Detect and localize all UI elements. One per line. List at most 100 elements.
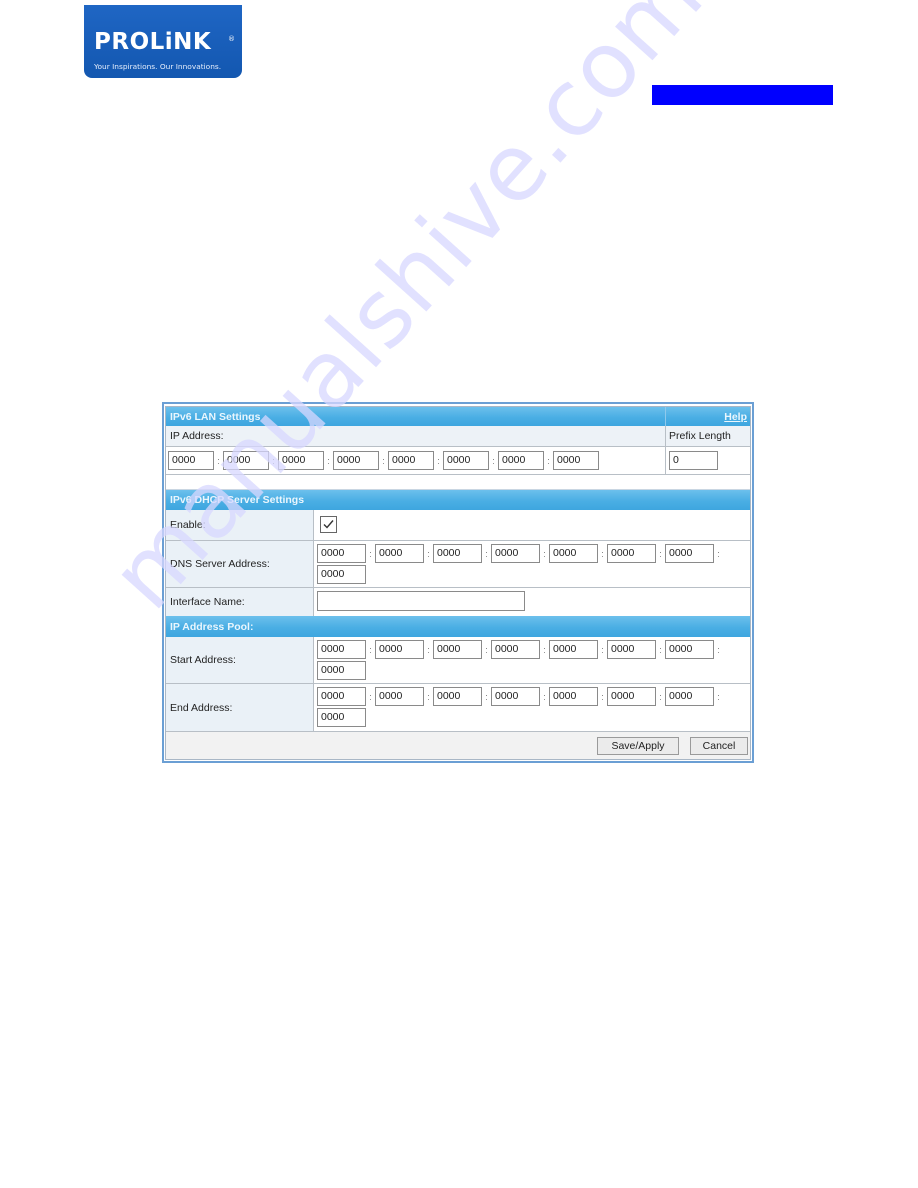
ip-segment-input[interactable]: 0000 xyxy=(498,451,544,470)
ip-separator: : xyxy=(547,456,550,466)
ip-separator: : xyxy=(543,645,546,655)
ip-segment-input[interactable]: 0000 xyxy=(168,451,214,470)
ip-separator: : xyxy=(601,692,604,702)
interface-name-row: Interface Name: xyxy=(166,588,750,616)
ip-segment-line: 0000 xyxy=(317,708,750,728)
ip-segment-input[interactable]: 0000 xyxy=(317,640,366,659)
ip-separator: : xyxy=(659,645,662,655)
ip-segment-input[interactable]: 0000 xyxy=(491,687,540,706)
start-address-group: 0000:0000:0000:0000:0000:0000:0000:0000 xyxy=(314,637,750,683)
ip-separator: : xyxy=(485,645,488,655)
ip-segment-line: 0000:0000:0000:0000:0000:0000:0000: xyxy=(317,687,750,707)
ip-separator: : xyxy=(427,645,430,655)
ip-segment-input[interactable]: 0000 xyxy=(317,544,366,563)
prolink-logo: PROLiNK ® Your Inspirations. Our Innovat… xyxy=(84,5,242,78)
ip-address-label-row: IP Address: Prefix Length xyxy=(166,426,750,447)
ip-separator: : xyxy=(492,456,495,466)
enable-value-cell xyxy=(314,510,750,540)
ip-segment-input[interactable]: 0000 xyxy=(433,544,482,563)
ip-separator: : xyxy=(601,645,604,655)
ip-segment-input[interactable]: 0000 xyxy=(375,640,424,659)
logo-tagline: Your Inspirations. Our Innovations. xyxy=(94,62,222,71)
ip-separator: : xyxy=(427,549,430,559)
ip-separator: : xyxy=(601,549,604,559)
ip-segment-input[interactable]: 0000 xyxy=(433,687,482,706)
ip-segment-input[interactable]: 0000 xyxy=(491,544,540,563)
panel-inner-frame: IPv6 LAN Settings Help IP Address: Prefi… xyxy=(165,406,751,760)
enable-row: Enable: xyxy=(166,510,750,541)
ip-segment-input[interactable]: 0000 xyxy=(317,661,366,680)
save-apply-button[interactable]: Save/Apply xyxy=(597,737,679,755)
ip-segment-input[interactable]: 0000 xyxy=(375,687,424,706)
ip-segment-line: 0000 xyxy=(317,661,750,681)
column-divider xyxy=(665,447,666,474)
ip-separator: : xyxy=(369,549,372,559)
ip-separator: : xyxy=(659,549,662,559)
ip-segment-input[interactable]: 0000 xyxy=(665,544,714,563)
ip-address-input-row: 0000:0000:0000:0000:0000:0000:0000:0000 … xyxy=(166,447,750,475)
ip-segment-input[interactable]: 0000 xyxy=(549,640,598,659)
ipv6-lan-settings-panel: IPv6 LAN Settings Help IP Address: Prefi… xyxy=(162,402,754,763)
ip-segment-input[interactable]: 0000 xyxy=(607,640,656,659)
ip-segment-input[interactable]: 0000 xyxy=(491,640,540,659)
ip-segment-input[interactable]: 0000 xyxy=(549,687,598,706)
prefix-length-label: Prefix Length xyxy=(669,430,731,442)
ip-separator: : xyxy=(272,456,275,466)
ip-segment-input[interactable]: 0000 xyxy=(549,544,598,563)
cancel-button[interactable]: Cancel xyxy=(690,737,748,755)
ip-segment-input[interactable]: 0000 xyxy=(388,451,434,470)
ip-segment-input[interactable]: 0000 xyxy=(553,451,599,470)
ip-separator: : xyxy=(717,692,720,702)
ip-separator: : xyxy=(369,645,372,655)
column-divider xyxy=(665,407,666,426)
ip-segment-input[interactable]: 0000 xyxy=(607,687,656,706)
checkmark-icon xyxy=(323,520,334,529)
ip-segment-line: 0000:0000:0000:0000:0000:0000:0000: xyxy=(317,544,750,564)
enable-checkbox[interactable] xyxy=(320,516,337,533)
ip-segment-input[interactable]: 0000 xyxy=(333,451,379,470)
ip-segment-input[interactable]: 0000 xyxy=(317,708,366,727)
ip-segment-line: 0000 xyxy=(317,565,750,585)
interface-name-input[interactable] xyxy=(317,591,525,611)
ip-separator: : xyxy=(369,692,372,702)
section-title: IPv6 LAN Settings xyxy=(170,410,261,423)
ip-segment-input[interactable]: 0000 xyxy=(223,451,269,470)
ip-separator: : xyxy=(485,549,488,559)
ip-separator: : xyxy=(427,692,430,702)
section-header-ipv6-lan: IPv6 LAN Settings Help xyxy=(166,407,750,426)
help-link[interactable]: Help xyxy=(724,407,747,426)
ip-segment-input[interactable]: 0000 xyxy=(278,451,324,470)
ip-segment-input[interactable]: 0000 xyxy=(607,544,656,563)
ip-segment-input[interactable]: 0000 xyxy=(317,687,366,706)
section-header-ipv6-dhcp: IPv6 DHCP Server Settings xyxy=(166,490,750,510)
dns-server-address-label: DNS Server Address: xyxy=(166,541,314,587)
section-title: IPv6 DHCP Server Settings xyxy=(170,494,305,506)
start-address-label: Start Address: xyxy=(166,637,314,683)
dns-server-address-row: DNS Server Address: 0000:0000:0000:0000:… xyxy=(166,541,750,588)
ip-separator: : xyxy=(485,692,488,702)
ip-segment-input[interactable]: 0000 xyxy=(665,640,714,659)
enable-label: Enable: xyxy=(166,510,314,540)
ip-separator: : xyxy=(717,645,720,655)
prefix-length-input[interactable]: 0 xyxy=(669,451,718,470)
section-spacer xyxy=(166,475,750,490)
dns-server-address-group: 0000:0000:0000:0000:0000:0000:0000:0000 xyxy=(314,541,750,587)
button-row: Save/Apply Cancel xyxy=(166,732,750,759)
ip-separator: : xyxy=(437,456,440,466)
column-divider xyxy=(665,426,666,446)
ip-separator: : xyxy=(717,549,720,559)
ip-segment-input[interactable]: 0000 xyxy=(317,565,366,584)
ip-segment-input[interactable]: 0000 xyxy=(443,451,489,470)
start-address-row: Start Address: 0000:0000:0000:0000:0000:… xyxy=(166,637,750,684)
ip-separator: : xyxy=(382,456,385,466)
ip-segment-input[interactable]: 0000 xyxy=(433,640,482,659)
ip-address-label: IP Address: xyxy=(170,430,224,442)
ip-segment-input[interactable]: 0000 xyxy=(375,544,424,563)
end-address-group: 0000:0000:0000:0000:0000:0000:0000:0000 xyxy=(314,684,750,731)
registered-mark: ® xyxy=(228,35,235,43)
lan-ip-address-group: 0000:0000:0000:0000:0000:0000:0000:0000 xyxy=(168,451,599,471)
logo-wordmark: PROLiNK xyxy=(94,29,212,55)
ip-separator: : xyxy=(543,549,546,559)
end-address-label: End Address: xyxy=(166,684,314,731)
ip-segment-input[interactable]: 0000 xyxy=(665,687,714,706)
